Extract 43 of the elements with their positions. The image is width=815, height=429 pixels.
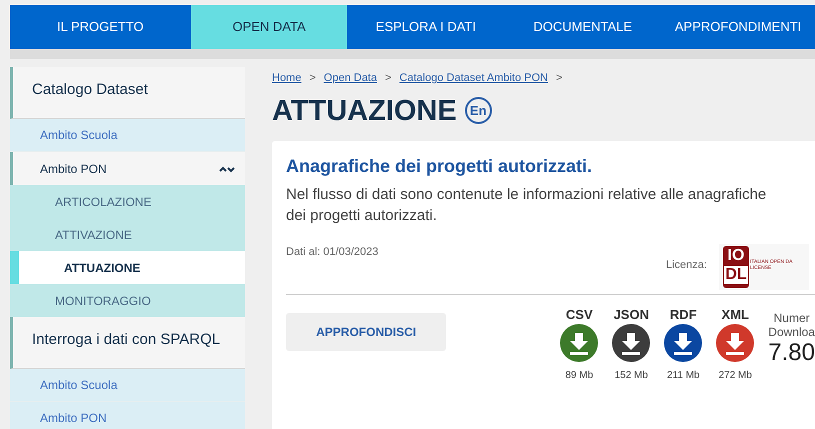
logo-text: IO xyxy=(728,246,744,266)
nav-tab[interactable]: OPEN DATA xyxy=(190,5,348,49)
breadcrumb-link[interactable]: Home xyxy=(272,70,302,86)
download-count: 7.80 xyxy=(768,338,815,366)
download-icon[interactable] xyxy=(560,324,598,362)
sidebar-item[interactable]: Ambito PON xyxy=(10,402,245,429)
format-label: RDF xyxy=(670,306,697,324)
page-title: ATTUAZIONE xyxy=(272,94,457,128)
breadcrumb-link[interactable]: Open Data xyxy=(324,70,377,86)
format-label: JSON xyxy=(614,306,649,324)
collapse-chevron-icon[interactable] xyxy=(219,164,235,172)
breadcrumb-link[interactable]: Catalogo Dataset Ambito PON xyxy=(399,70,548,86)
download-icon[interactable] xyxy=(664,324,702,362)
sidebar-subitem[interactable]: MONITORAGGIO xyxy=(10,284,245,317)
sidebar-subitem[interactable]: ATTIVAZIONE xyxy=(10,218,245,251)
sidebar-item[interactable]: Ambito Scuola xyxy=(10,369,245,402)
read-more-button[interactable]: APPROFONDISCI xyxy=(286,312,446,350)
breadcrumb-separator: > xyxy=(384,71,392,86)
download-count-label: Numer xyxy=(774,310,810,324)
file-size: 211 Mb xyxy=(666,369,700,383)
language-badge[interactable]: En xyxy=(464,97,492,124)
format-label: CSV xyxy=(566,306,593,324)
card-description: Nel flusso di dati sono contenute le informazioni relative alle anagrafiche dei progetti autorizzati. xyxy=(286,184,768,226)
format-label: XML xyxy=(722,306,749,324)
sidebar-subitem[interactable]: ARTICOLAZIONE xyxy=(10,185,245,218)
download-icon[interactable] xyxy=(612,324,650,362)
license-label: Licenza: xyxy=(666,258,707,272)
download-count-label: Downloa xyxy=(768,324,815,338)
card-title: Anagrafiche dei progetti autorizzati. xyxy=(286,154,594,178)
nav-tab[interactable]: IL PROGETTO xyxy=(10,5,191,49)
data-date: Dati al: 01/03/2023 xyxy=(286,244,380,260)
breadcrumb-separator: > xyxy=(556,71,562,86)
sidebar-item[interactable]: Ambito Scuola xyxy=(10,119,245,152)
file-size: 89 Mb xyxy=(565,369,594,383)
download-icon[interactable] xyxy=(716,324,754,362)
nav-tab[interactable]: ESPLORA I DATI xyxy=(347,5,504,49)
nav-tab[interactable]: DOCUMENTALE xyxy=(504,5,662,49)
file-size: 152 Mb xyxy=(614,369,648,383)
file-size: 272 Mb xyxy=(718,369,752,383)
logo-text: DL xyxy=(724,266,748,284)
sidebar-subitem[interactable]: ATTUAZIONE xyxy=(10,251,245,284)
breadcrumb-separator: > xyxy=(309,71,316,86)
nav-tab[interactable]: APPROFONDIMENTI xyxy=(661,5,815,49)
